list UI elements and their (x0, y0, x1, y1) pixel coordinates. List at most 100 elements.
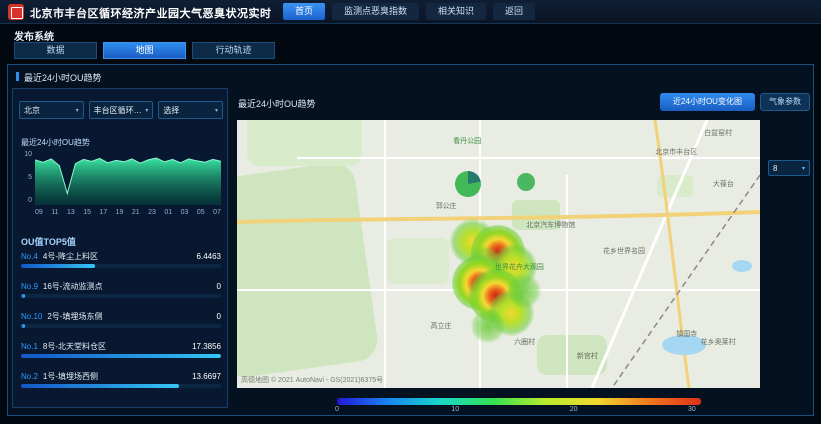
y-axis-tick: 10 (19, 151, 32, 158)
y-axis-tick: 5 (19, 174, 32, 181)
legend-tick: 0 (335, 406, 339, 413)
chevron-down-icon: ▾ (802, 165, 805, 172)
value-bar-track (21, 264, 221, 268)
value-bar (21, 264, 95, 268)
app-logo (8, 4, 24, 20)
map-label: 世界花卉大观园 (495, 262, 544, 272)
map-label: 看丹公园 (453, 136, 481, 146)
tab-data[interactable]: 数据 (14, 42, 97, 59)
trend-chart: 10 5 0 091113151719212301030507 (19, 149, 223, 225)
top5-row[interactable]: No.2 1号-填埋场西侧 13.6697 (21, 369, 221, 399)
ou-change-chart-button[interactable]: 近24小时OU变化图 (660, 93, 755, 111)
chevron-down-icon: ▾ (76, 107, 79, 114)
x-axis-tick: 21 (132, 209, 140, 216)
x-axis-tick: 01 (164, 209, 172, 216)
nav-home[interactable]: 首页 (283, 3, 325, 20)
point-select[interactable]: 选择 ▾ (158, 101, 223, 119)
trend-chart-title: 最近24小时OU趋势 (21, 137, 90, 148)
map-label: 白盆窑村 (704, 128, 732, 138)
app-title: 北京市丰台区循环经济产业园大气恶臭状况实时 (30, 5, 272, 21)
value-bar-track (21, 324, 221, 328)
nav-odor-index[interactable]: 监测点恶臭指数 (332, 3, 419, 20)
value-bar-track (21, 384, 221, 388)
main-nav: 首页 监测点恶臭指数 相关知识 返回 (283, 3, 535, 20)
value-bar (21, 324, 25, 328)
map-point-select[interactable]: 8 ▾ (768, 160, 810, 176)
park-select-value: 丰台区循环经济产 (94, 105, 144, 116)
value-bar (21, 384, 179, 388)
point-name: 2号-填埋场东侧 (47, 311, 212, 322)
value-bar (21, 354, 221, 358)
top5-title: OU值TOP5值 (21, 235, 76, 248)
ou-value: 0 (217, 312, 221, 321)
chevron-down-icon: ▾ (215, 107, 218, 114)
value-bar (21, 294, 25, 298)
view-tabs: 数据 地图 行动轨迹 (14, 42, 275, 59)
ou-value: 0 (217, 282, 221, 291)
water-area (732, 260, 752, 272)
legend-tick: 10 (451, 406, 459, 413)
map-label: 北京市丰台区 (655, 147, 697, 157)
weather-params-button[interactable]: 气象参数 (760, 93, 810, 111)
value-bar-track (21, 294, 221, 298)
map-attribution: 高德地图 © 2021 AutoNavi - GS(2021)6375号 (241, 375, 383, 385)
x-axis-tick: 03 (181, 209, 189, 216)
point-name: 4号-降尘上料区 (43, 251, 193, 262)
city-select[interactable]: 北京 ▾ (19, 101, 84, 119)
value-bar-track (21, 354, 221, 358)
ou-color-scale-ticks: 0 10 20 30 (337, 406, 701, 416)
x-axis-tick: 23 (148, 209, 156, 216)
map-label: 郭公庄 (436, 201, 457, 211)
rank-label: No.9 (21, 282, 38, 291)
tab-map[interactable]: 地图 (103, 42, 186, 59)
map-label: 镇国寺 (676, 329, 697, 339)
rank-label: No.1 (21, 342, 38, 351)
rank-label: No.10 (21, 312, 42, 321)
map-label: 花乡世界名园 (603, 246, 645, 256)
nav-knowledge[interactable]: 相关知识 (426, 3, 486, 20)
map-label: 新宫村 (577, 351, 598, 361)
nav-back[interactable]: 返回 (493, 3, 535, 20)
point-name: 16号-流动监测点 (43, 281, 213, 292)
x-axis-tick: 05 (197, 209, 205, 216)
top5-list: No.4 4号-降尘上料区 6.4463 No.9 16号-流动监测点 0 No… (21, 249, 221, 399)
park-select[interactable]: 丰台区循环经济产 ▾ (89, 101, 154, 119)
map-label: 高立庄 (430, 321, 451, 331)
left-sidebar-panel: 北京 ▾ 丰台区循环经济产 ▾ 选择 ▾ 最近24小时OU趋势 10 5 0 0… (12, 88, 228, 408)
y-axis-tick: 0 (19, 197, 32, 204)
x-axis-tick: 13 (67, 209, 75, 216)
top5-row[interactable]: No.4 4号-降尘上料区 6.4463 (21, 249, 221, 279)
chevron-down-icon: ▾ (145, 107, 148, 114)
legend-tick: 20 (570, 406, 578, 413)
ou-value: 6.4463 (197, 252, 221, 261)
x-axis-tick: 11 (51, 209, 58, 216)
top5-row[interactable]: No.10 2号-填埋场东侧 0 (21, 309, 221, 339)
x-axis-tick: 09 (35, 209, 43, 216)
point-name: 1号-填埋场西侧 (43, 371, 188, 382)
top5-row[interactable]: No.9 16号-流动监测点 0 (21, 279, 221, 309)
top5-row[interactable]: No.1 8号-北天堂料仓区 17.3856 (21, 339, 221, 369)
map-label: 北京汽车博物馆 (526, 220, 575, 230)
city-select-value: 北京 (24, 105, 40, 116)
point-name: 8号-北天堂料仓区 (43, 341, 188, 352)
panel-title: 最近24小时OU趋势 (16, 71, 102, 84)
legend-tick: 30 (688, 406, 696, 413)
tab-track[interactable]: 行动轨迹 (192, 42, 275, 59)
x-axis-labels: 091113151719212301030507 (35, 209, 221, 216)
map-panel-title: 最近24小时OU趋势 (238, 97, 316, 110)
point-select-value: 选择 (163, 105, 179, 116)
x-axis-tick: 07 (213, 209, 221, 216)
ou-value: 17.3856 (192, 342, 221, 351)
top-header-bar: 北京市丰台区循环经济产业园大气恶臭状况实时 首页 监测点恶臭指数 相关知识 返回 (0, 0, 821, 24)
map-label: 花乡奥莱村 (701, 337, 736, 347)
map-point-select-value: 8 (773, 164, 777, 173)
map-label: 六圈村 (514, 337, 535, 347)
map-canvas[interactable]: 看丹公园郭公庄 北京市丰台区白盆窑村大葆台北京汽车博物馆世界花卉大观园 花乡世界名园… (237, 120, 760, 388)
filter-row: 北京 ▾ 丰台区循环经济产 ▾ 选择 ▾ (19, 101, 223, 119)
rank-label: No.2 (21, 372, 38, 381)
ou-color-scale (337, 398, 701, 405)
trend-area-chart (35, 151, 221, 207)
ou-value: 13.6697 (192, 372, 221, 381)
map-label: 大葆台 (713, 179, 734, 189)
x-axis-tick: 19 (116, 209, 124, 216)
